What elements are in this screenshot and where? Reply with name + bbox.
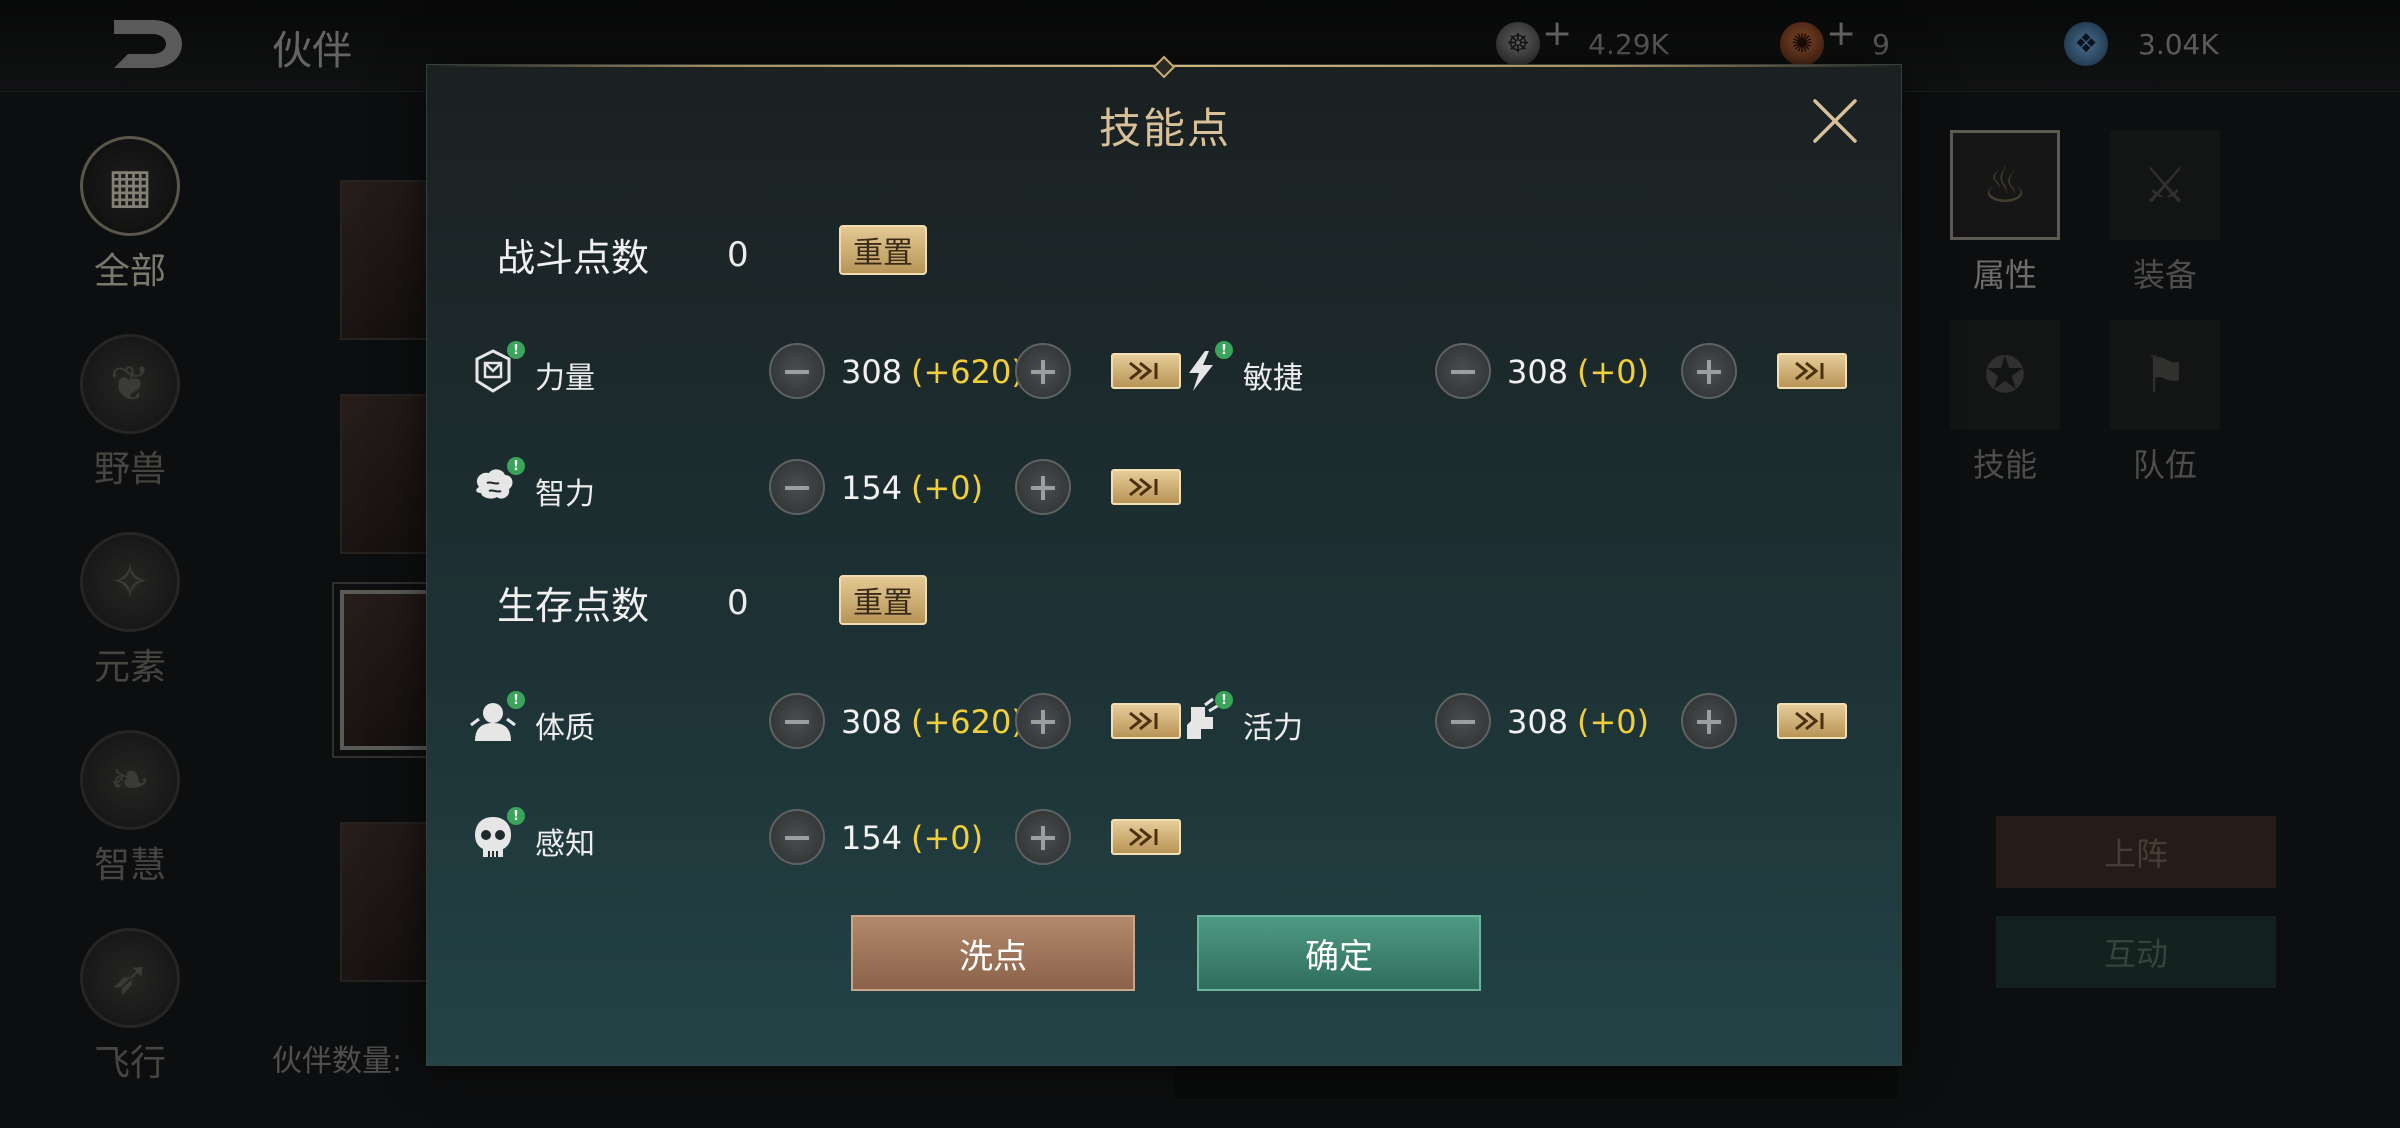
max-button[interactable]: [1777, 703, 1847, 739]
combat-points-title: 战斗点数: [497, 236, 650, 280]
stat-bonus: (+0): [1577, 703, 1650, 741]
increase-button[interactable]: [1015, 459, 1071, 515]
survival-points-value: 0: [727, 583, 749, 623]
combat-points-value: 0: [727, 235, 749, 275]
stat-constitution: ! 体质 308 (+620): [467, 691, 1181, 751]
stat-value: 154: [841, 469, 903, 507]
notification-badge: !: [507, 691, 525, 709]
increase-button[interactable]: [1681, 343, 1737, 399]
fast-forward-icon: [1129, 711, 1158, 731]
notification-badge: !: [507, 807, 525, 825]
skill-points-dialog: 技能点 战斗点数 0 重置 ! 力量 308 (+620) ! 敏捷 308 (…: [426, 55, 1903, 1066]
stat-bonus: (+0): [1577, 353, 1650, 391]
stat-name: 体质: [535, 711, 595, 746]
wash-points-button[interactable]: 洗点: [851, 915, 1135, 991]
increase-button[interactable]: [1015, 809, 1071, 865]
stat-bonus: (+620): [911, 353, 1024, 391]
stat-bonus: (+620): [911, 703, 1024, 741]
decrease-button[interactable]: [769, 693, 825, 749]
decrease-button[interactable]: [1435, 693, 1491, 749]
stat-bonus: (+0): [911, 819, 984, 857]
stat-value: 308: [841, 353, 903, 391]
stat-strength: ! 力量 308 (+620): [467, 341, 1181, 401]
notification-badge: !: [507, 457, 525, 475]
stat-agility: ! 敏捷 308 (+0): [1175, 341, 1855, 401]
increase-button[interactable]: [1015, 343, 1071, 399]
survival-points-title: 生存点数: [497, 584, 650, 628]
max-button[interactable]: [1111, 353, 1181, 389]
stat-value: 308: [841, 703, 903, 741]
decrease-button[interactable]: [769, 343, 825, 399]
decrease-button[interactable]: [769, 459, 825, 515]
notification-badge: !: [507, 341, 525, 359]
notification-badge: !: [1215, 341, 1233, 359]
fast-forward-icon: [1795, 711, 1824, 731]
stat-name: 敏捷: [1243, 361, 1303, 396]
increase-button[interactable]: [1015, 693, 1071, 749]
increase-button[interactable]: [1681, 693, 1737, 749]
stat-vitality: ! 活力 308 (+0): [1175, 691, 1855, 751]
max-button[interactable]: [1777, 353, 1847, 389]
fast-forward-icon: [1129, 361, 1158, 381]
survival-reset-button[interactable]: 重置: [839, 575, 927, 625]
fast-forward-icon: [1129, 477, 1158, 497]
dialog-title: 技能点: [1098, 104, 1231, 153]
fast-forward-icon: [1795, 361, 1824, 381]
combat-reset-button[interactable]: 重置: [839, 225, 927, 275]
decrease-button[interactable]: [1435, 343, 1491, 399]
fast-forward-icon: [1129, 827, 1158, 847]
stat-value: 308: [1507, 353, 1569, 391]
decrease-button[interactable]: [769, 809, 825, 865]
max-button[interactable]: [1111, 703, 1181, 739]
stat-bonus: (+0): [911, 469, 984, 507]
stat-perception: ! 感知 154 (+0): [467, 807, 1181, 867]
close-icon[interactable]: [1807, 93, 1863, 149]
confirm-button[interactable]: 确定: [1197, 915, 1481, 991]
max-button[interactable]: [1111, 819, 1181, 855]
stat-value: 154: [841, 819, 903, 857]
max-button[interactable]: [1111, 469, 1181, 505]
stat-name: 活力: [1243, 711, 1303, 746]
stat-name: 感知: [535, 827, 595, 862]
notification-badge: !: [1215, 691, 1233, 709]
stat-intellect: ! 智力 154 (+0): [467, 457, 1181, 517]
stat-name: 力量: [535, 361, 595, 396]
stat-value: 308: [1507, 703, 1569, 741]
stat-name: 智力: [535, 477, 595, 512]
